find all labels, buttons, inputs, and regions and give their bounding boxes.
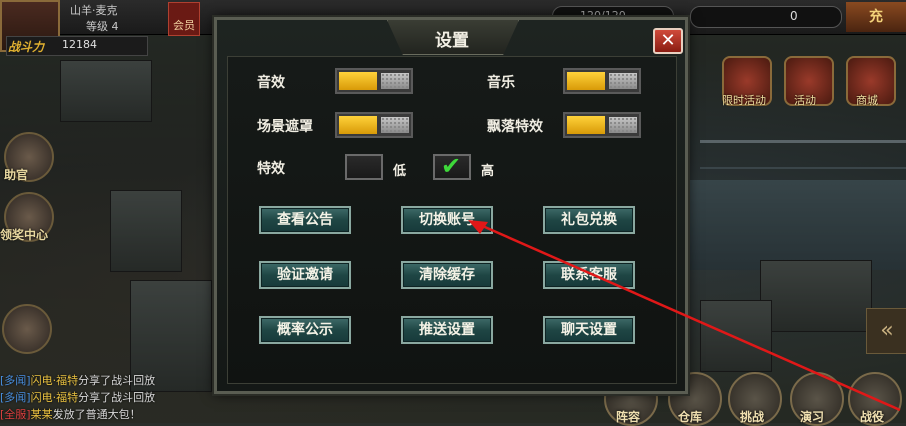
challenge-label: 挑战 (740, 410, 765, 424)
shop-label: 商城 (856, 94, 878, 107)
toggle-knob (339, 72, 377, 90)
toggle-knob (567, 116, 605, 134)
coin-bar (690, 6, 842, 28)
vip-label: 会员 (173, 19, 195, 32)
reward-center-label: 领奖中心 (0, 228, 49, 242)
scene-mask-toggle[interactable] (335, 112, 413, 138)
dialog-title: 设置 (435, 31, 469, 51)
effects-label: 特效 (257, 161, 285, 177)
effects-low-checkbox[interactable] (345, 154, 383, 180)
sound-label: 音效 (257, 75, 285, 91)
clear-cache-button[interactable]: 清除缓存 (401, 261, 493, 289)
advisor-label: 助官 (4, 168, 29, 182)
effects-low-label: 低 (393, 164, 407, 179)
chat-settings-button[interactable]: 聊天设置 (543, 316, 635, 344)
toggle-grip (381, 73, 409, 89)
chat-line[interactable]: [多闻]闪电·福特分享了战斗回放 (0, 372, 155, 388)
close-icon: ✕ (660, 30, 676, 51)
toggle-grip (609, 73, 637, 89)
power-value: 12184 (62, 38, 97, 51)
effects-high-label: 高 (481, 164, 495, 179)
scene-mask-label: 场景遮罩 (257, 119, 313, 135)
falling-effect-toggle[interactable] (563, 112, 641, 138)
player-name: 山羊·麦克 (70, 4, 118, 17)
event-avatar-icon[interactable] (2, 304, 52, 354)
toggle-knob (567, 72, 605, 90)
verify-invite-button[interactable]: 验证邀请 (259, 261, 351, 289)
music-toggle[interactable] (563, 68, 641, 94)
sound-toggle[interactable] (335, 68, 413, 94)
recharge-button[interactable]: 充 (846, 2, 906, 32)
limited-event-label: 限时活动 (722, 94, 766, 107)
effects-high-checkbox[interactable]: ✔ (433, 152, 471, 180)
vip-badge[interactable]: 会员 (168, 2, 200, 36)
coin-value: 0 (790, 9, 798, 23)
toggle-grip (609, 117, 637, 133)
gift-redeem-button[interactable]: 礼包兑换 (543, 206, 635, 234)
settings-dialog: 设置 ✕ 音效 音乐 场景遮罩 飘落特效 特效 低 ✔ 高 查看公告 切换账号 … (214, 17, 688, 394)
toggle-grip (381, 117, 409, 133)
player-level: 等级 4 (86, 20, 119, 33)
music-label: 音乐 (487, 75, 515, 91)
campaign-label: 战役 (860, 410, 885, 424)
switch-account-button[interactable]: 切换账号 (401, 206, 493, 234)
drill-label: 演习 (800, 410, 825, 424)
contact-support-button[interactable]: 联系客服 (543, 261, 635, 289)
toggle-knob (339, 116, 377, 134)
falling-effect-label: 飘落特效 (487, 119, 543, 135)
check-icon: ✔ (441, 152, 462, 180)
push-settings-button[interactable]: 推送设置 (401, 316, 493, 344)
event-label: 活动 (794, 94, 816, 107)
warehouse-label: 仓库 (678, 410, 703, 424)
power-label: 战斗力 (8, 40, 45, 54)
close-button[interactable]: ✕ (653, 28, 683, 54)
view-notice-button[interactable]: 查看公告 (259, 206, 351, 234)
formation-label: 阵容 (616, 410, 641, 424)
probability-notice-button[interactable]: 概率公示 (259, 316, 351, 344)
collapse-chevron-icon[interactable]: « (866, 308, 906, 354)
chat-line[interactable]: [全服]某某发放了普通大包！ (0, 406, 141, 422)
chat-line[interactable]: [多闻]闪电·福特分享了战斗回放 (0, 389, 155, 405)
